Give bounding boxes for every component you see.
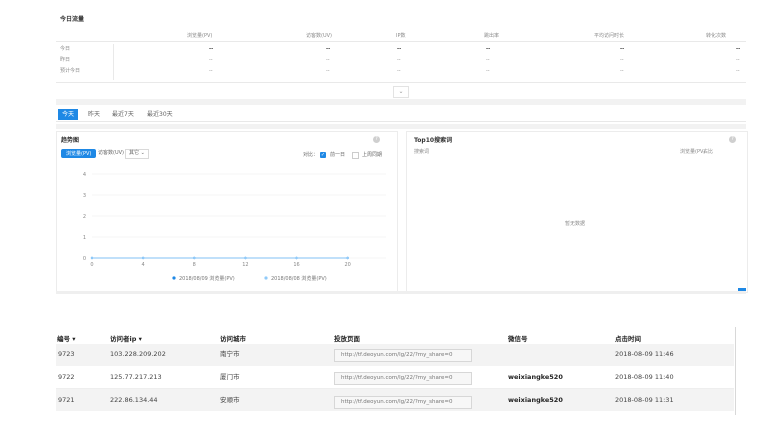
y-tick-label: 1 [83, 235, 86, 241]
compare-last-week-checkbox[interactable] [352, 152, 359, 159]
x-tick-label: 0 [90, 262, 93, 268]
tab-last-7-days[interactable]: 最近7天 [112, 111, 134, 119]
stats-header-pv: 浏览量(PV) [187, 33, 213, 39]
top10-col-share: 占比 [703, 149, 714, 155]
th-id[interactable]: 编号 ▾ [57, 335, 76, 344]
metric-other-label: 其它 [129, 150, 140, 156]
stats-cell: -- [620, 68, 624, 74]
stats-cell: -- [620, 57, 624, 63]
stats-row-label: 昨日 [60, 57, 71, 63]
y-tick-label: 3 [83, 193, 86, 199]
cell-page-url[interactable]: http://tf.deoyun.com/lg/22/?my_share=0 [334, 372, 472, 385]
th-city: 访问城市 [220, 335, 246, 343]
stats-cell: -- [486, 46, 491, 52]
cell-ip: 222.86.134.44 [110, 396, 158, 404]
compare-label: 对比： [303, 152, 319, 158]
stats-cell: -- [736, 46, 741, 52]
th-wechat: 微信号 [508, 335, 528, 343]
tab-yesterday[interactable]: 昨天 [88, 111, 100, 119]
tab-last-30-days[interactable]: 最近30天 [147, 111, 173, 119]
cell-id: 9722 [58, 373, 75, 381]
stats-cell: -- [486, 68, 490, 74]
stats-cell: -- [209, 57, 213, 63]
stats-row-label: 今日 [60, 46, 71, 52]
cell-id: 9721 [58, 396, 75, 404]
compare-last-week-label: 上周同期 [362, 152, 383, 158]
x-tick-label: 12 [242, 262, 248, 268]
top10-empty: 暂无数据 [565, 221, 586, 227]
stats-cell: -- [736, 68, 740, 74]
sort-icon: ▾ [136, 335, 142, 343]
stats-header-uv: 访客数(UV) [306, 33, 332, 39]
sort-icon: ▾ [70, 335, 76, 343]
x-tick-label: 20 [344, 262, 350, 268]
chevron-down-icon: ⌄ [398, 88, 404, 95]
stats-cell: -- [397, 46, 402, 52]
stats-cell: -- [209, 46, 214, 52]
th-time: 点击时间 [615, 335, 641, 343]
compare-prev-day-label: 前一日 [330, 152, 346, 158]
compare-prev-day-checkbox[interactable]: ✓ [320, 152, 326, 158]
y-tick-label: 0 [83, 256, 86, 262]
th-page: 投放页面 [334, 335, 360, 343]
y-tick-label: 4 [83, 172, 86, 178]
stats-header-conversions: 转化次数 [706, 33, 727, 39]
data-point [90, 256, 94, 260]
cell-city: 厦门市 [220, 373, 240, 381]
stats-cell: -- [326, 46, 331, 52]
cell-city: 安顺市 [220, 396, 240, 404]
stats-cell: -- [486, 57, 490, 63]
help-icon[interactable]: ? [373, 136, 380, 143]
stats-cell: -- [326, 57, 330, 63]
stats-cell: -- [209, 68, 213, 74]
stats-header-duration: 平均访问时长 [594, 33, 625, 39]
cell-ip: 103.228.209.202 [110, 350, 166, 358]
stats-cell: -- [620, 46, 625, 52]
top10-title: Top10搜索词 [414, 137, 453, 144]
stats-row-label: 预计今日 [60, 68, 81, 74]
cell-city: 南宁市 [220, 350, 240, 358]
legend-swatch [264, 276, 268, 280]
trend-title: 趋势图 [61, 137, 80, 144]
cell-id: 9723 [58, 350, 75, 358]
cell-wechat: weixiangke520 [508, 373, 563, 381]
collapse-toggle[interactable]: ⌄ [393, 86, 409, 98]
stats-cell: -- [326, 68, 330, 74]
stats-cell: -- [397, 68, 401, 74]
cell-wechat: weixiangke520 [508, 396, 563, 404]
trend-chart: 012340 4 8 12 16 202018/08/09 浏览量(PV) 2018/08/… [83, 172, 386, 282]
top10-col-keyword: 搜索词 [414, 149, 430, 155]
data-point [193, 256, 196, 260]
x-tick-label: 16 [293, 262, 299, 268]
cell-ip: 125.77.217.213 [110, 373, 162, 381]
cell-page-url[interactable]: http://tf.deoyun.com/lg/22/?my_share=0 [334, 349, 472, 362]
cell-page-url[interactable]: http://tf.deoyun.com/lg/22/?my_share=0 [334, 396, 472, 409]
data-point [244, 256, 247, 260]
metric-tab-uv[interactable]: 访客数(UV) [98, 150, 124, 157]
top10-col-pv: 浏览量(PV) [680, 149, 706, 155]
data-point [141, 256, 145, 260]
y-tick-label: 2 [83, 214, 86, 220]
cell-time: 2018-08-09 11:40 [615, 373, 674, 381]
legend-label: 2018/08/08 浏览量(PV) [271, 275, 327, 282]
stats-cell: -- [397, 57, 401, 63]
cell-time: 2018-08-09 11:31 [615, 396, 674, 404]
stats-cell: -- [736, 57, 740, 63]
th-ip[interactable]: 访问者ip ▾ [110, 335, 142, 344]
cell-time: 2018-08-09 11:46 [615, 350, 674, 358]
stats-header-ip: IP数 [396, 33, 406, 39]
x-tick-label: 4 [142, 262, 145, 268]
legend-swatch [172, 276, 176, 280]
chevron-down-icon: ⌄ [140, 150, 145, 156]
tab-today[interactable]: 今天 [62, 111, 74, 119]
metric-other-select[interactable]: 其它 ⌄ [125, 149, 149, 159]
data-point [295, 256, 298, 260]
data-point [346, 256, 349, 260]
today-stats-title: 今日流量 [60, 16, 85, 23]
metric-tab-pv[interactable]: 浏览量(PV) [61, 149, 97, 158]
stats-header-bounce: 跳出率 [484, 33, 500, 39]
help-icon[interactable]: ? [729, 136, 736, 143]
x-tick-label: 8 [193, 262, 196, 268]
legend-label: 2018/08/09 浏览量(PV) [179, 275, 235, 282]
